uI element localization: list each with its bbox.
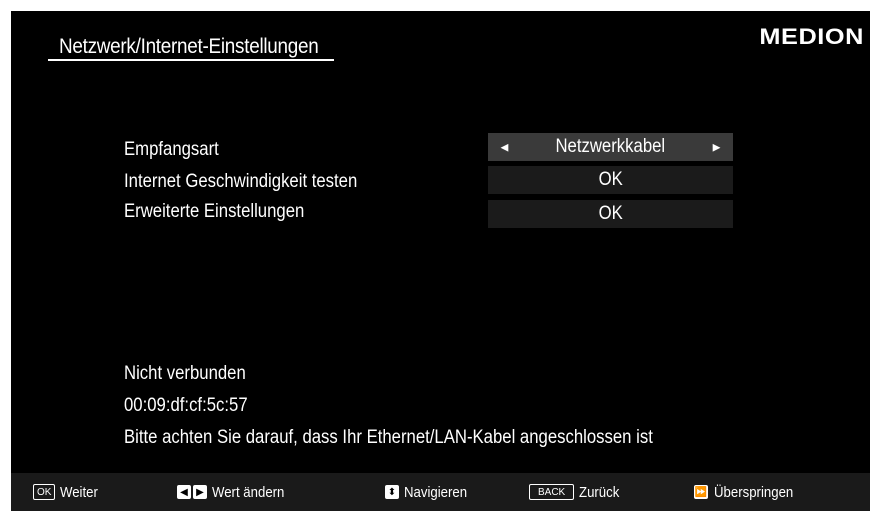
- hint-ok[interactable]: OK Weiter: [33, 473, 104, 511]
- hint-navigate[interactable]: ⬍ Navigieren: [385, 473, 476, 511]
- speed-test-value: OK: [598, 169, 623, 190]
- label-advanced-settings: Erweiterte Einstellungen: [124, 201, 305, 222]
- advanced-settings-value: OK: [598, 203, 623, 224]
- hint-ok-label: Weiter: [60, 483, 99, 501]
- page-title: Netzwerk/Internet-Einstellungen: [59, 35, 319, 58]
- back-key-icon: BACK: [529, 484, 575, 500]
- up-down-key-icon: ⬍: [385, 485, 399, 499]
- mac-address: 00:09:df:cf:5c:57: [124, 395, 248, 416]
- connection-status: Nicht verbunden: [124, 363, 246, 384]
- medion-logo: MEDION: [759, 24, 864, 49]
- hint-back[interactable]: BACK Zurück: [529, 473, 625, 511]
- right-key-icon: ▶: [193, 485, 207, 499]
- empfangsart-value: Netzwerkkabel: [555, 136, 666, 157]
- hint-change-label: Wert ändern: [212, 483, 285, 501]
- arrow-left-icon[interactable]: ◄: [498, 140, 511, 155]
- speed-test-button[interactable]: OK: [488, 166, 733, 194]
- footer-hint-bar: OK Weiter ◀ ▶ Wert ändern ⬍ Navigieren B…: [11, 473, 870, 511]
- tv-screen: Netzwerk/Internet-Einstellungen MEDION E…: [11, 11, 870, 511]
- cable-hint-message: Bitte achten Sie darauf, dass Ihr Ethern…: [124, 427, 653, 448]
- empfangsart-selector[interactable]: ◄ Netzwerkkabel ►: [488, 133, 733, 161]
- ok-key-icon: OK: [33, 484, 56, 500]
- title-underline: [48, 59, 334, 61]
- label-empfangsart: Empfangsart: [124, 139, 219, 160]
- label-speed-test: Internet Geschwindigkeit testen: [124, 171, 358, 192]
- hint-change-value[interactable]: ◀ ▶ Wert ändern: [177, 473, 294, 511]
- left-key-icon: ◀: [177, 485, 191, 499]
- arrow-right-icon[interactable]: ►: [710, 140, 723, 155]
- hint-navigate-label: Navigieren: [404, 483, 468, 501]
- advanced-settings-button[interactable]: OK: [488, 200, 733, 228]
- fast-forward-key-icon: ⏩: [694, 485, 708, 499]
- hint-back-label: Zurück: [579, 483, 620, 501]
- hint-skip[interactable]: ⏩ Überspringen: [694, 473, 804, 511]
- hint-skip-label: Überspringen: [714, 483, 794, 501]
